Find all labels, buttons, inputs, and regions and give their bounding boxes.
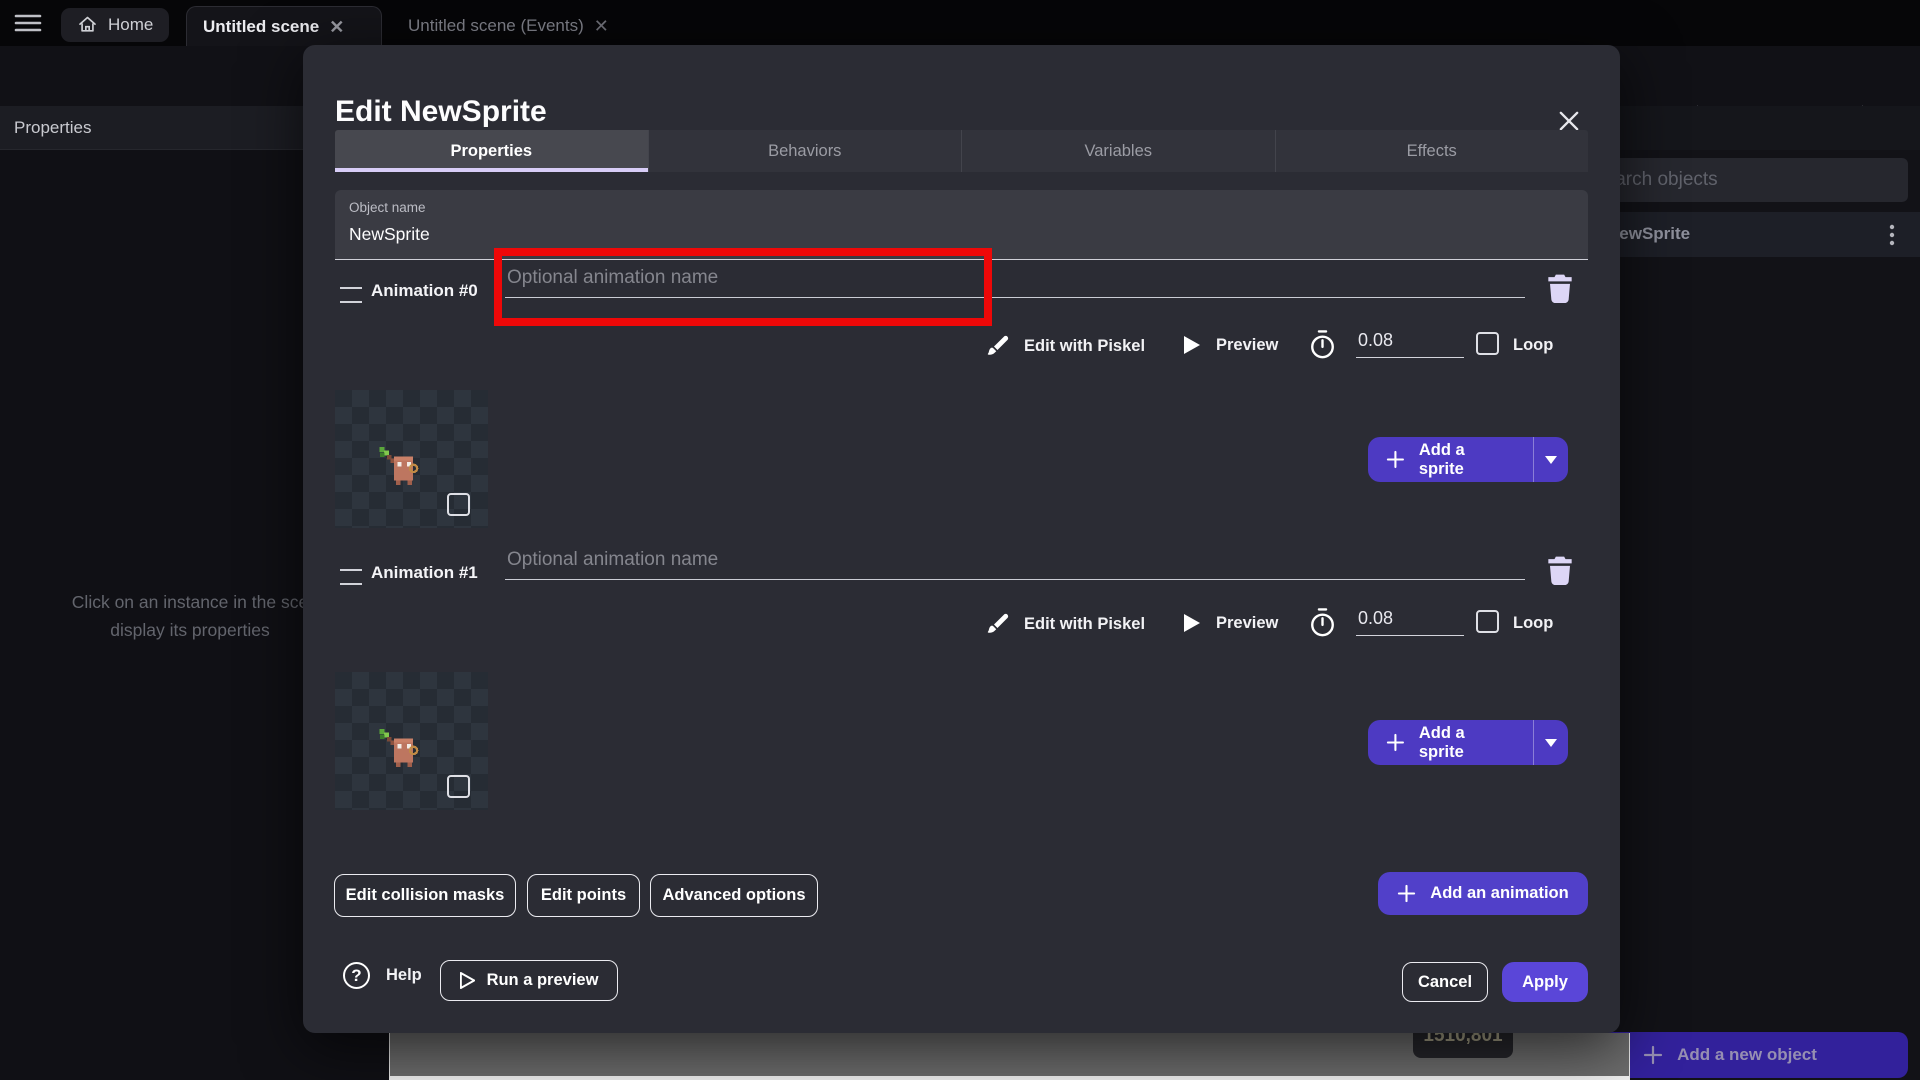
chevron-down-icon (1545, 739, 1557, 747)
advanced-options-button[interactable]: Advanced options (650, 874, 818, 917)
timer-icon (1308, 607, 1337, 638)
sprite-frame-thumbnail[interactable] (335, 390, 488, 528)
brush-icon (985, 611, 1011, 637)
search-objects-box (1576, 158, 1908, 202)
select-frame-checkbox[interactable] (447, 493, 470, 516)
loop-label: Loop (1513, 614, 1553, 633)
sprite-pixel-art (363, 428, 431, 496)
object-menu-dots-icon[interactable] (1889, 223, 1895, 247)
animation-drag-handle[interactable] (340, 287, 362, 303)
plus-icon (1643, 1045, 1663, 1065)
top-tab-bar: Home Untitled scene ✕ Untitled scene (Ev… (0, 0, 1920, 46)
edit-collision-masks-button[interactable]: Edit collision masks (334, 874, 516, 917)
edit-points-button[interactable]: Edit points (527, 874, 640, 917)
help-icon: ? (343, 962, 370, 989)
edit-with-piskel-button[interactable]: Edit with Piskel (985, 611, 1145, 637)
sprite-frame-thumbnail[interactable] (335, 672, 488, 810)
edit-with-piskel-label: Edit with Piskel (1024, 337, 1145, 356)
animation-1-name-input[interactable] (505, 549, 1525, 580)
plus-icon (1397, 884, 1416, 903)
close-tab-icon[interactable]: ✕ (594, 17, 609, 35)
tab-scene-label: Untitled scene (203, 17, 319, 37)
tab-events-label: Untitled scene (Events) (408, 16, 584, 36)
dialog-tab-properties[interactable]: Properties (335, 130, 649, 172)
edit-with-piskel-button[interactable]: Edit with Piskel (985, 333, 1145, 359)
delete-animation-icon[interactable] (1546, 555, 1574, 585)
annotation-red-box (494, 248, 992, 326)
main-menu-icon[interactable] (14, 13, 42, 33)
plus-icon (1386, 733, 1405, 752)
help-button[interactable]: ? Help (343, 962, 422, 989)
add-animation-button[interactable]: Add an animation (1378, 872, 1588, 915)
home-icon (77, 15, 98, 35)
add-sprite-label: Add a sprite (1419, 724, 1513, 762)
timer-icon (1308, 329, 1337, 360)
app-screen: Home Untitled scene ✕ Untitled scene (Ev… (0, 0, 1920, 1080)
preview-label: Preview (1216, 336, 1278, 355)
object-name-field-value: NewSprite (349, 224, 430, 245)
add-sprite-main[interactable]: Add a sprite (1368, 720, 1533, 765)
loop-label: Loop (1513, 336, 1553, 355)
edit-object-dialog: Edit NewSprite Properties Behaviors Vari… (303, 45, 1620, 1033)
tab-untitled-scene[interactable]: Untitled scene ✕ (186, 6, 382, 46)
apply-button[interactable]: Apply (1502, 962, 1588, 1002)
run-preview-label: Run a preview (487, 971, 599, 990)
add-sprite-dropdown[interactable] (1534, 720, 1568, 765)
dialog-tab-behaviors[interactable]: Behaviors (649, 130, 963, 172)
frame-duration-input[interactable] (1356, 330, 1464, 358)
loop-checkbox[interactable] (1476, 332, 1499, 355)
add-new-object-label: Add a new object (1677, 1045, 1817, 1065)
add-sprite-dropdown[interactable] (1534, 437, 1568, 482)
preview-button[interactable]: Preview (1183, 335, 1278, 355)
preview-button[interactable]: Preview (1183, 613, 1278, 633)
add-sprite-button[interactable]: Add a sprite (1368, 437, 1568, 482)
select-frame-checkbox[interactable] (447, 775, 470, 798)
dialog-title: Edit NewSprite (335, 95, 547, 129)
tab-home[interactable]: Home (61, 8, 169, 42)
animation-1-label: Animation #1 (371, 563, 478, 583)
dialog-tab-variables[interactable]: Variables (962, 130, 1276, 172)
add-animation-label: Add an animation (1430, 884, 1568, 903)
play-icon (460, 972, 475, 989)
play-icon (1183, 335, 1201, 355)
close-tab-icon[interactable]: ✕ (329, 18, 344, 36)
animation-drag-handle[interactable] (340, 569, 362, 585)
add-sprite-button[interactable]: Add a sprite (1368, 720, 1568, 765)
tab-home-label: Home (108, 15, 153, 35)
add-sprite-main[interactable]: Add a sprite (1368, 437, 1533, 482)
help-label: Help (386, 966, 422, 985)
dialog-tab-bar: Properties Behaviors Variables Effects (335, 130, 1588, 172)
edit-with-piskel-label: Edit with Piskel (1024, 615, 1145, 634)
object-name-field-label: Object name (349, 200, 426, 215)
brush-icon (985, 333, 1011, 359)
delete-animation-icon[interactable] (1546, 273, 1574, 303)
tab-untitled-scene-events[interactable]: Untitled scene (Events) ✕ (392, 6, 625, 46)
dialog-tab-effects[interactable]: Effects (1276, 130, 1589, 172)
plus-icon (1386, 450, 1405, 469)
sprite-pixel-art (363, 710, 431, 778)
cancel-button[interactable]: Cancel (1402, 962, 1488, 1002)
add-sprite-label: Add a sprite (1419, 441, 1513, 479)
preview-label: Preview (1216, 614, 1278, 633)
chevron-down-icon (1545, 456, 1557, 464)
animation-0-label: Animation #0 (371, 281, 478, 301)
play-icon (1183, 613, 1201, 633)
frame-duration-input[interactable] (1356, 608, 1464, 636)
search-objects-input[interactable] (1576, 158, 1908, 202)
loop-checkbox[interactable] (1476, 610, 1499, 633)
properties-panel-title: Properties (14, 118, 91, 138)
run-preview-button[interactable]: Run a preview (440, 960, 618, 1001)
